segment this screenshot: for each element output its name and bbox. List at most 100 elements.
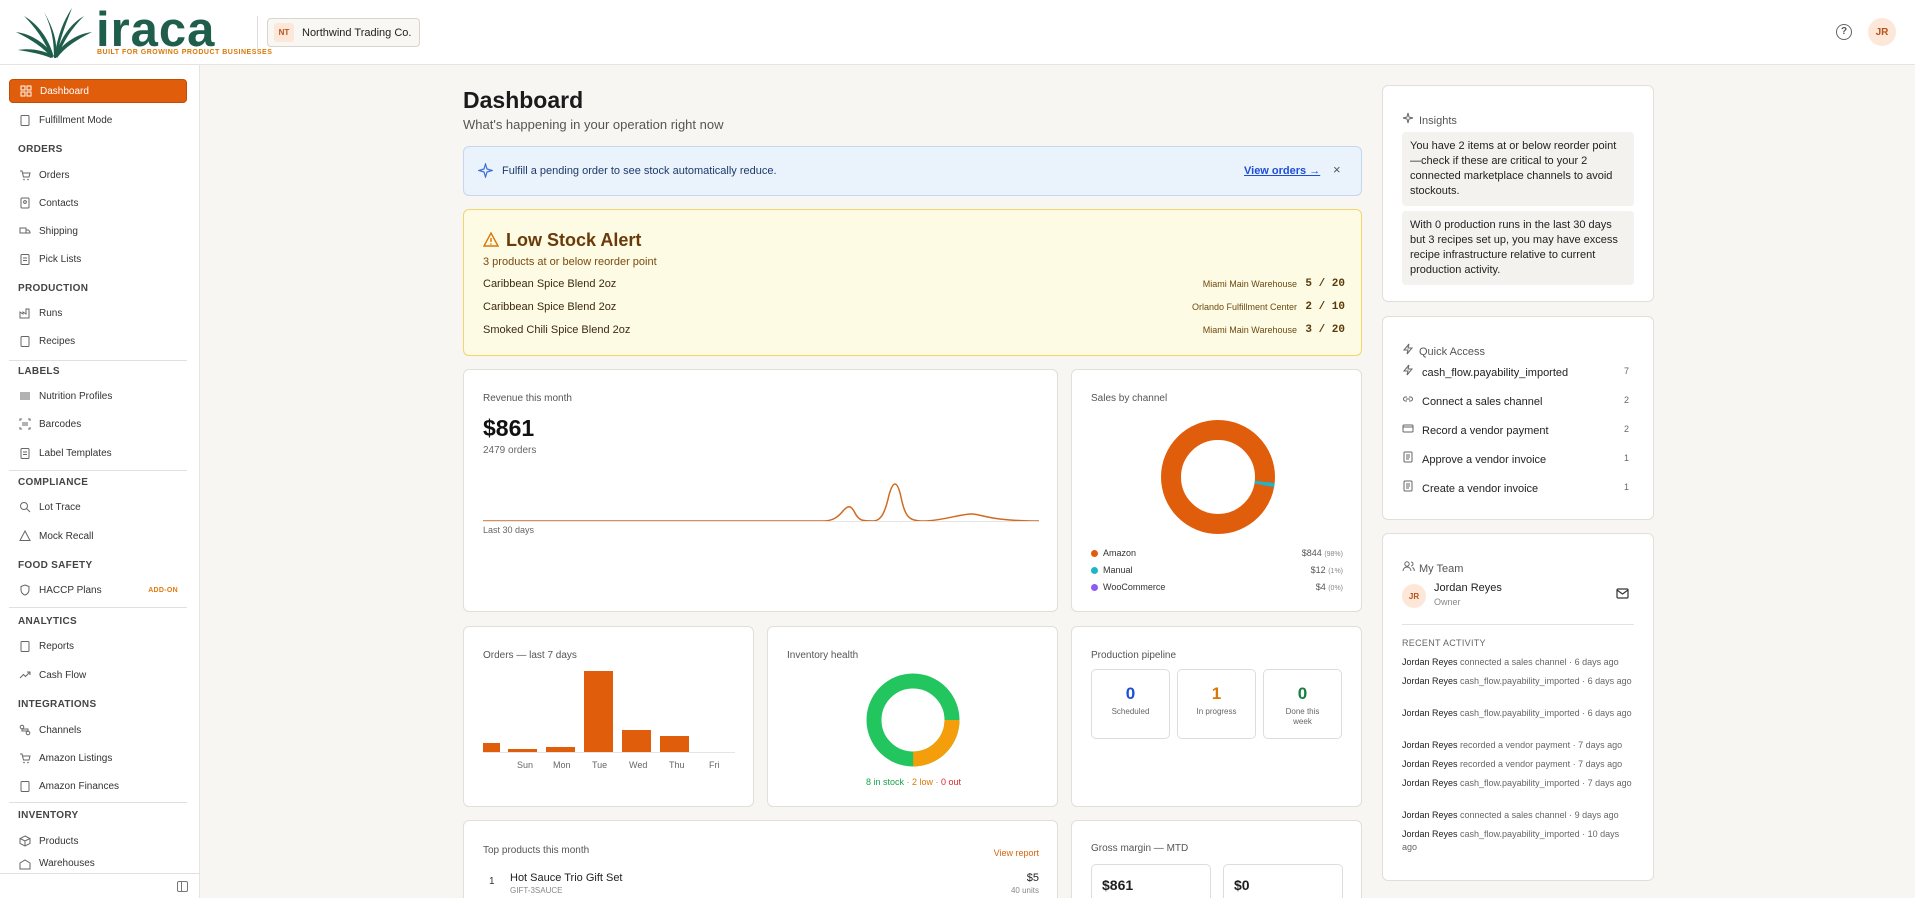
sidebar-item-barcodes[interactable]: Barcodes [9, 412, 187, 436]
sidebar-item-label: Lot Trace [39, 501, 81, 513]
sales-channel-title: Sales by channel [1091, 393, 1168, 404]
quick-access-item[interactable]: Create a vendor invoice 1 [1402, 480, 1634, 498]
margin-cost: $0 [1234, 877, 1250, 893]
low-stock-warehouse: Orlando Fulfillment Center [1191, 302, 1297, 312]
recent-activity-title: RECENT ACTIVITY [1402, 638, 1486, 648]
sidebar-item-label: Pick Lists [39, 253, 82, 265]
nav-section-food-safety: FOOD SAFETY [18, 560, 93, 571]
sidebar-item-warehouses[interactable]: Warehouses [9, 858, 187, 872]
org-name: Northwind Trading Co. [302, 26, 412, 39]
orders-week-card: Orders — last 7 days Sun Mon Tue Wed Thu… [463, 626, 754, 807]
invoice-icon [1402, 480, 1416, 495]
quick-access-item[interactable]: Record a vendor payment 2 [1402, 422, 1634, 440]
sidebar-item-label: Contacts [39, 197, 79, 209]
close-icon[interactable]: × [1333, 162, 1341, 177]
sidebar-item-shipping[interactable]: Shipping [9, 219, 187, 243]
nav-divider [9, 802, 187, 803]
legend-item-woocommerce: WooCommerce $4 (0%) [1091, 582, 1343, 595]
sales-channel-donut [1161, 420, 1275, 534]
list-icon [18, 253, 31, 265]
low-stock-title: Low Stock Alert [506, 230, 642, 250]
pipeline-label: Done this week [1285, 707, 1320, 726]
low-stock-row[interactable]: Caribbean Spice Blend 2oz Miami Main War… [483, 278, 1345, 294]
low-stock-subtitle: 3 products at or below reorder point [483, 256, 657, 268]
user-avatar[interactable]: JR [1868, 18, 1896, 46]
sidebar-item-label: Runs [39, 307, 63, 319]
sidebar-item-orders[interactable]: Orders [9, 163, 187, 187]
bar [584, 671, 613, 752]
quick-access-item[interactable]: Connect a sales channel 2 [1402, 393, 1634, 411]
inventory-health-card: Inventory health 8 in stock · 2 low · 0 … [767, 626, 1058, 807]
trend-icon [18, 669, 31, 681]
pipeline-done[interactable]: 0 Done this week [1263, 669, 1342, 739]
insight-item: With 0 production runs in the last 30 da… [1402, 211, 1634, 285]
sidebar-item-nutrition-profiles[interactable]: Nutrition Profiles [9, 384, 187, 408]
low-stock-product: Caribbean Spice Blend 2oz [483, 301, 617, 313]
sidebar-item-label: Warehouses [39, 858, 95, 869]
sidebar-item-label-templates[interactable]: Label Templates [9, 441, 187, 465]
mail-icon[interactable] [1616, 588, 1629, 602]
sidebar-item-amazon-listings[interactable]: Amazon Listings [9, 746, 187, 770]
sidebar-item-recipes[interactable]: Recipes [9, 329, 187, 353]
inventory-donut [866, 673, 960, 767]
factory-icon [18, 307, 31, 319]
nav-section-production: PRODUCTION [18, 283, 89, 294]
sidebar-item-channels[interactable]: Channels [9, 718, 187, 742]
sidebar-item-dashboard[interactable]: Dashboard [9, 79, 187, 103]
sidebar-item-fulfillment-mode[interactable]: Fulfillment Mode [9, 108, 187, 132]
top-product-row[interactable]: 1 Hot Sauce Trio Gift Set GIFT-3SAUCE $5… [483, 872, 1039, 898]
sidebar-item-cash-flow[interactable]: Cash Flow [9, 663, 187, 687]
view-report-link[interactable]: View report [994, 848, 1039, 858]
quick-access-item[interactable]: Approve a vendor invoice 1 [1402, 451, 1634, 469]
pipeline-label: Scheduled [1111, 707, 1150, 716]
org-switcher[interactable]: NT Northwind Trading Co. [267, 18, 421, 47]
sidebar-item-products[interactable]: Products [9, 829, 187, 853]
sidebar-footer [0, 873, 200, 898]
cart-icon [18, 752, 31, 764]
nav-section-compliance: COMPLIANCE [18, 477, 89, 488]
legend-pct: (1%) [1328, 568, 1343, 575]
quick-access-card: Quick Access cash_flow.payability_import… [1382, 316, 1654, 520]
brand-tagline: BUILT FOR GROWING PRODUCT BUSINESSES [97, 49, 273, 56]
sidebar-item-amazon-finances[interactable]: Amazon Finances [9, 774, 187, 798]
product-name: Hot Sauce Trio Gift Set [510, 872, 623, 884]
top-products-card: Top products this month View report 1 Ho… [463, 820, 1058, 898]
bars-icon [18, 390, 31, 402]
bar [546, 747, 575, 752]
revenue-card: Revenue this month $861 2479 orders Last… [463, 369, 1058, 612]
low-stock-row[interactable]: Smoked Chili Spice Blend 2oz Miami Main … [483, 324, 1345, 340]
team-member[interactable]: JR Jordan Reyes Owner [1402, 582, 1634, 612]
sidebar-item-contacts[interactable]: Contacts [9, 191, 187, 215]
quick-access-item[interactable]: cash_flow.payability_imported 7 [1402, 364, 1634, 382]
sidebar-item-mock-recall[interactable]: Mock Recall [9, 524, 187, 548]
collapse-sidebar-icon[interactable] [177, 881, 188, 892]
activity-item: Jordan Reyes cash_flow.payability_import… [1402, 829, 1620, 852]
view-orders-link[interactable]: View orders → [1244, 165, 1320, 177]
quick-access-label: Record a vendor payment [1422, 425, 1549, 437]
sidebar-item-lot-trace[interactable]: Lot Trace [9, 495, 187, 519]
insight-item: You have 2 items at or below reorder poi… [1402, 132, 1634, 206]
sidebar-item-label: Dashboard [40, 85, 89, 97]
sidebar-item-runs[interactable]: Runs [9, 301, 187, 325]
pipeline-scheduled[interactable]: 0 Scheduled [1091, 669, 1170, 739]
sidebar-item-reports[interactable]: Reports [9, 634, 187, 658]
sidebar-item-haccp-plans[interactable]: HACCP Plans ADD-ON [9, 578, 187, 602]
quick-access-label: cash_flow.payability_imported [1422, 367, 1569, 379]
sales-by-channel-card: Sales by channel Amazon $844 (98%) Manua… [1071, 369, 1362, 612]
nav-divider [9, 607, 187, 608]
low-stock-row[interactable]: Caribbean Spice Blend 2oz Orlando Fulfil… [483, 301, 1345, 317]
pipeline-in-progress[interactable]: 1 In progress [1177, 669, 1256, 739]
margin-cost-box: $0 [1223, 864, 1343, 898]
bolt-icon [1402, 343, 1415, 358]
help-icon[interactable]: ? [1836, 24, 1852, 40]
legend-item-amazon: Amazon $844 (98%) [1091, 548, 1343, 561]
sidebar-item-label: Channels [39, 724, 82, 736]
team-divider [1402, 624, 1634, 625]
sidebar-item-label: HACCP Plans [39, 584, 102, 596]
sidebar-item-pick-lists[interactable]: Pick Lists [9, 247, 187, 271]
org-badge: NT [274, 23, 294, 42]
low-stock-product: Caribbean Spice Blend 2oz [483, 278, 617, 290]
activity-item: Jordan Reyes recorded a vendor payment ·… [1402, 759, 1623, 769]
brand-logo[interactable]: iraca BUILT FOR GROWING PRODUCT BUSINESS… [14, 3, 272, 60]
member-avatar: JR [1402, 584, 1426, 608]
